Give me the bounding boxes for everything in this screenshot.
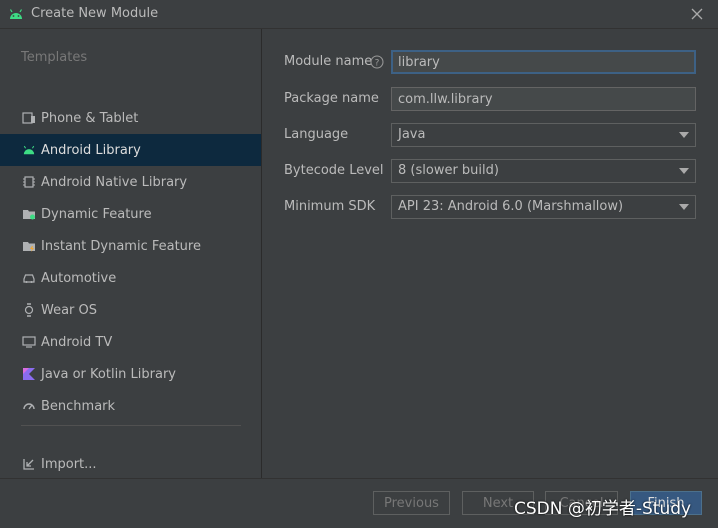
chevron-down-icon: [679, 132, 689, 138]
close-icon[interactable]: [690, 7, 704, 21]
templates-header: Templates: [21, 50, 88, 65]
tv-icon: [21, 334, 37, 350]
minimum-sdk-label: Minimum SDK: [284, 199, 376, 214]
template-java-kotlin-library[interactable]: Java or Kotlin Library: [0, 358, 261, 390]
template-label: Android Library: [41, 142, 141, 158]
template-android-library[interactable]: Android Library: [0, 134, 261, 166]
template-label: Android Native Library: [41, 174, 188, 190]
chip-icon: [21, 174, 37, 190]
template-label: Instant Dynamic Feature: [41, 238, 201, 254]
minimum-sdk-row: Minimum SDK API 23: Android 6.0 (Marshma…: [284, 195, 704, 221]
template-list: Phone & Tablet Android Library Android N…: [0, 102, 261, 422]
package-name-row: Package name: [284, 87, 704, 113]
previous-button[interactable]: Previous: [373, 491, 450, 515]
chevron-down-icon: [679, 204, 689, 210]
template-wear-os[interactable]: Wear OS: [0, 294, 261, 326]
folder-feature-icon: [21, 206, 37, 222]
template-label: Benchmark: [41, 398, 116, 414]
language-row: Language Java: [284, 123, 704, 149]
bytecode-level-value: 8 (slower build): [398, 163, 499, 178]
language-select[interactable]: Java: [391, 123, 696, 147]
language-label: Language: [284, 127, 349, 142]
module-form: Module name ? Package name Language Java…: [262, 29, 718, 478]
import-button[interactable]: Import...: [0, 448, 261, 480]
template-dynamic-feature[interactable]: Dynamic Feature: [0, 198, 261, 230]
template-label: Dynamic Feature: [41, 206, 152, 222]
template-label: Phone & Tablet: [41, 110, 139, 126]
bytecode-level-label: Bytecode Level: [284, 163, 384, 178]
folder-instant-icon: [21, 238, 37, 254]
title-bar: Create New Module: [0, 0, 718, 29]
language-value: Java: [398, 127, 426, 142]
help-icon[interactable]: ?: [370, 55, 384, 69]
template-benchmark[interactable]: Benchmark: [0, 390, 261, 422]
package-name-label: Package name: [284, 91, 379, 106]
template-label: Java or Kotlin Library: [41, 366, 177, 382]
window-title: Create New Module: [31, 6, 159, 21]
template-label: Automotive: [41, 270, 117, 286]
template-android-native-library[interactable]: Android Native Library: [0, 166, 261, 198]
android-icon: [9, 9, 23, 19]
template-instant-dynamic-feature[interactable]: Instant Dynamic Feature: [0, 230, 261, 262]
minimum-sdk-select[interactable]: API 23: Android 6.0 (Marshmallow): [391, 195, 696, 219]
package-name-input[interactable]: [391, 87, 696, 111]
watermark: CSDN @初学者-Study: [514, 499, 692, 519]
svg-text:?: ?: [375, 59, 380, 69]
module-name-label: Module name: [284, 54, 373, 69]
template-automotive[interactable]: Automotive: [0, 262, 261, 294]
sidebar-divider: [21, 425, 241, 426]
gauge-icon: [21, 398, 37, 414]
template-label: Android TV: [41, 334, 113, 350]
import-icon: [21, 456, 37, 472]
template-phone-tablet[interactable]: Phone & Tablet: [0, 102, 261, 134]
module-name-input[interactable]: [391, 50, 696, 74]
car-icon: [21, 270, 37, 286]
bytecode-level-select[interactable]: 8 (slower build): [391, 159, 696, 183]
minimum-sdk-value: API 23: Android 6.0 (Marshmallow): [398, 199, 624, 214]
import-label: Import...: [41, 456, 97, 472]
template-android-tv[interactable]: Android TV: [0, 326, 261, 358]
android-icon: [21, 142, 37, 158]
phone-tablet-icon: [21, 110, 37, 126]
kotlin-icon: [21, 366, 37, 382]
chevron-down-icon: [679, 168, 689, 174]
bytecode-level-row: Bytecode Level 8 (slower build): [284, 159, 704, 185]
watch-icon: [21, 302, 37, 318]
template-label: Wear OS: [41, 302, 98, 318]
templates-sidebar: Templates Phone & Tablet Android Library…: [0, 29, 262, 478]
module-name-row: Module name ?: [284, 50, 704, 76]
